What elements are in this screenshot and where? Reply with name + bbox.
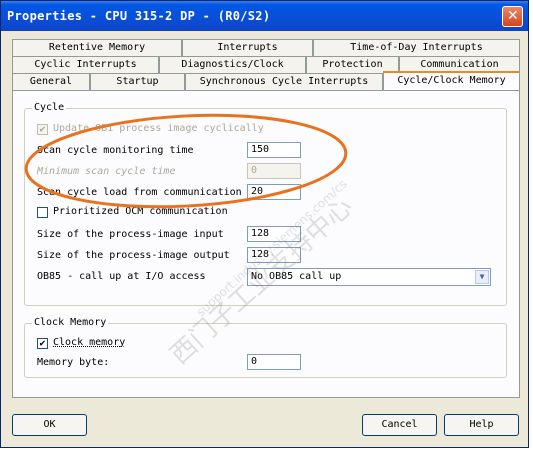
tab-cycle-clock-memory[interactable]: Cycle/Clock Memory [383,71,520,90]
highlight-ellipse [24,113,348,209]
cancel-button[interactable]: Cancel [362,414,437,436]
ok-button[interactable]: OK [12,414,87,436]
help-button[interactable]: Help [444,414,519,436]
properties-dialog: Properties - CPU 315-2 DP - (R0/S2) ✕ Re… [0,0,529,448]
